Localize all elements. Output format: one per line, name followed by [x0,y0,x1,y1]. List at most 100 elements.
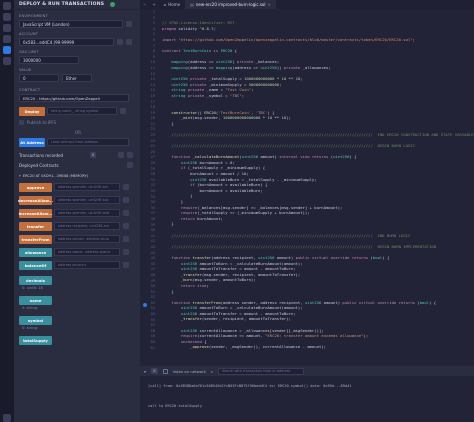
code-token: bool [419,299,430,305]
settings-icon[interactable] [3,414,11,422]
code-token: uint256 [304,299,324,305]
zoom-out-icon[interactable]: − [140,2,149,7]
code-token: internal view returns [279,154,331,160]
search-icon[interactable] [3,24,11,32]
info-icon[interactable] [126,21,132,27]
trash-icon[interactable] [127,162,133,168]
chevron-down-icon[interactable] [123,223,129,229]
at-address-button[interactable]: At Address [19,138,45,147]
save-transactions-icon[interactable] [118,152,124,158]
deployed-contract-item[interactable]: ▾ ERC20 AT 0XD91...39B08 (MEMORY) [19,172,88,180]
code-token: 'TBC' [255,109,268,115]
file-explorer-icon[interactable] [3,13,11,21]
chevron-down-icon[interactable] [123,197,129,203]
code-token: 1000000000000 [244,75,277,81]
code-token: uint256 [180,159,200,165]
code-token: ; [279,81,282,87]
code-token: function [171,154,193,160]
tab-sol-file[interactable]: ▤ new-erc20 improved-burn-logic.sol × [185,0,276,9]
code-token: amount) [323,299,343,305]
function-button[interactable]: approve [19,183,52,192]
deploy-args-input[interactable]: string name_, string symbol [47,107,117,115]
function-args-input[interactable]: address recipient, uint256 am [54,222,120,230]
listen-checkbox[interactable] [162,368,168,374]
code-token: currentAllowance = _allowances[sender][_… [199,327,324,333]
close-icon[interactable]: × [267,2,270,7]
gas-limit-input[interactable]: 3000000 [19,56,79,64]
function-button[interactable]: transferFrom [19,235,52,244]
code-token: uint256 [171,81,191,87]
chevron-down-icon[interactable]: ▾ [144,369,146,374]
chevron-down-icon[interactable] [123,210,129,216]
function-button[interactable]: balanceOf [19,261,52,270]
remix-logo-icon[interactable] [3,2,11,10]
chevron-down-icon[interactable]: ▾ [19,174,21,178]
editor-area: − + ⌂ Home ▤ new-erc20 improved-burn-log… [140,0,474,422]
code-token: (address => [187,64,216,70]
function-args-input[interactable]: address sender, address recip [54,235,120,243]
code-token: _calculateBurnAmount [192,154,240,160]
function-button[interactable]: decreaseAllow... [18,196,53,205]
code-token: ) { [267,109,275,115]
value-label: VALUE [19,68,32,72]
function-button[interactable]: increaseAllow... [19,209,52,218]
code-token: ** [288,75,296,81]
compiler-icon[interactable] [3,35,11,43]
function-args-input[interactable]: address account [54,261,120,269]
at-address-input[interactable]: Load contract from Address [47,138,129,146]
function-button[interactable]: allowance [19,248,52,257]
or-label: OR [75,130,81,135]
environment-select[interactable]: JavaScript VM (London) [19,20,123,28]
plugin-icon[interactable] [3,57,11,65]
account-select[interactable]: 0x583...eddC4 (99.99999 [19,38,114,46]
code-token: ); [363,333,369,339]
copy-icon[interactable] [117,39,123,45]
value-unit-select[interactable]: Ether [62,74,92,82]
chevron-down-icon[interactable] [123,236,129,242]
chevron-down-icon[interactable] [123,184,129,190]
chevron-down-icon[interactable] [123,262,129,268]
function-button[interactable]: transfer [19,222,52,231]
replay-icon[interactable] [127,152,133,158]
value-input[interactable]: 0 [19,74,59,82]
function-args-input[interactable]: address spender, uint256 sub [54,196,120,204]
edit-icon[interactable] [126,39,132,45]
code-token: "ERC20: transfer amount exceeds allowanc… [265,333,364,339]
code-token: uint256 [260,64,277,70]
code-token: _symbol = [206,92,230,98]
tab-home[interactable]: ⌂ Home [159,0,185,9]
code-token: _mint [180,115,193,121]
function-args-input[interactable]: address owner, address spend [54,248,120,256]
code-token: ; [206,282,209,288]
function-args-input[interactable]: address spender, uint256 am [54,183,120,191]
code-token: ; [246,171,249,177]
deploy-icon[interactable] [3,46,11,54]
deploy-button[interactable]: Deploy [19,107,45,116]
terminal-search-input[interactable]: Search with transaction hash or address [217,367,304,375]
environment-label: ENVIRONMENT [19,14,48,18]
chevron-down-icon[interactable] [123,249,129,255]
zoom-in-icon[interactable]: + [149,2,158,7]
publish-checkbox[interactable] [19,120,24,125]
view-button[interactable]: symbol [19,316,52,325]
contract-select[interactable]: ERC20 - https://github.com/OpenZeppeli [19,94,129,102]
view-button[interactable]: name [19,296,52,305]
view-button[interactable]: decimals [19,276,52,285]
expand-args-icon[interactable] [120,108,126,114]
function-args-input[interactable]: address spender, uint256 add [54,209,120,217]
code-editor[interactable]: // SPDX-License-Identifier: MIT pragma so… [140,10,474,350]
code-token: TestBurnCoin [183,47,214,53]
code-token: } [162,193,193,199]
code-token: _transfer [180,271,202,277]
code-token: "TBC" [229,92,242,98]
view-button[interactable]: totalSupply [19,336,52,345]
code-token: (address sender, address recipient, [220,299,305,305]
listen-label: listen on network [172,368,206,374]
